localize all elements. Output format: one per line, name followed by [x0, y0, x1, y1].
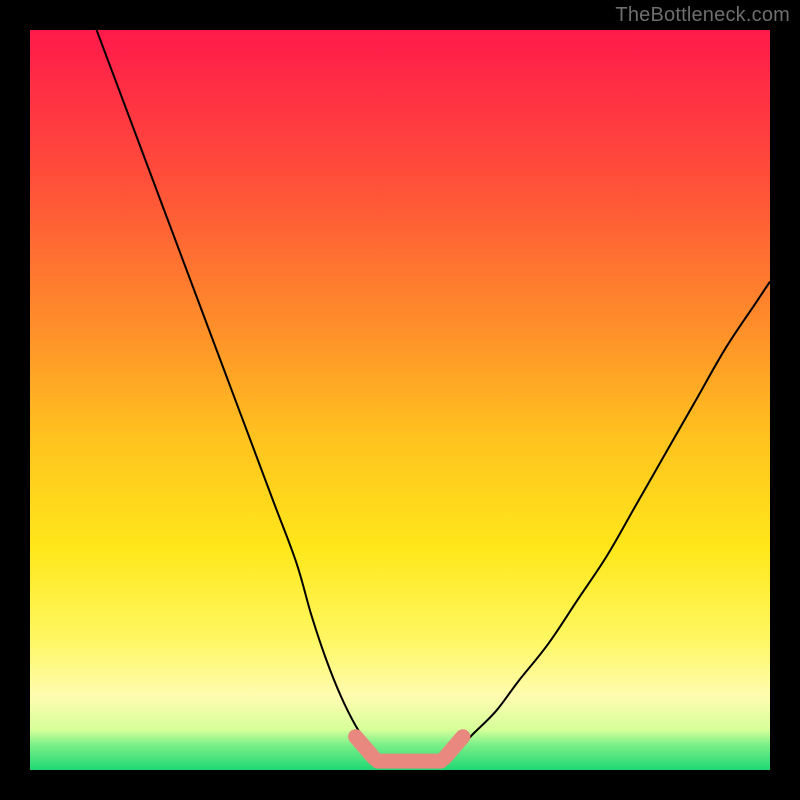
plot-background — [30, 30, 770, 770]
app-frame: TheBottleneck.com — [0, 0, 800, 800]
watermark-text: TheBottleneck.com — [615, 4, 790, 27]
bottleneck-chart — [0, 0, 800, 800]
